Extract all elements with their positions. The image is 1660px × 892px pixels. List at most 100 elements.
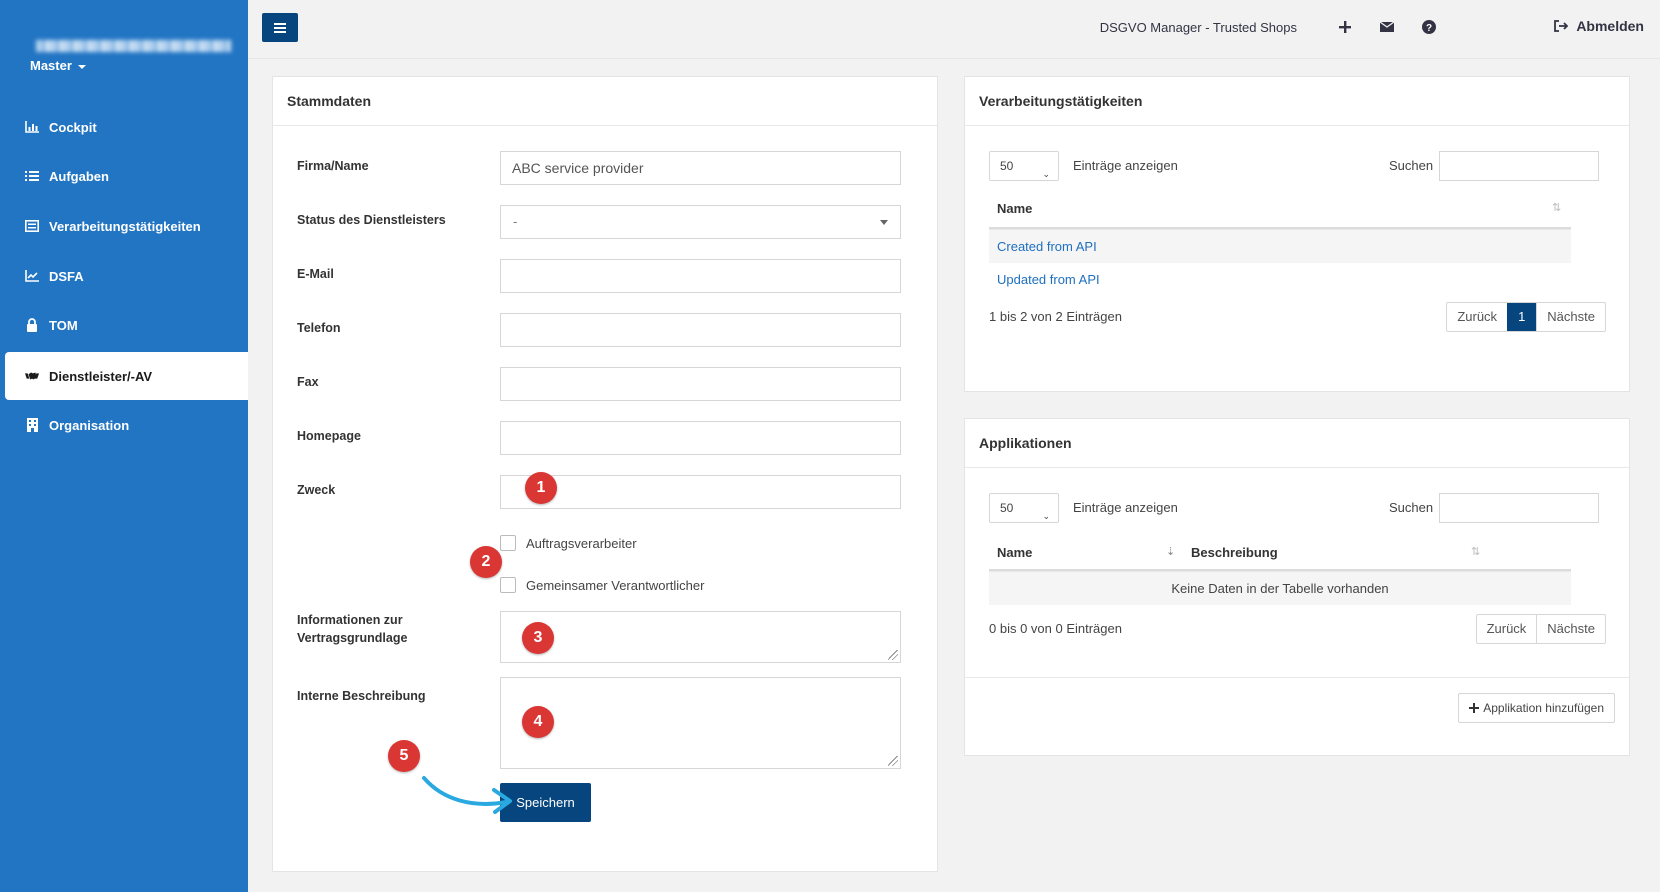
sidebar-item-tom[interactable]: TOM: [5, 301, 248, 349]
search-input[interactable]: [1439, 493, 1599, 523]
length-label: Einträge anzeigen: [1073, 158, 1178, 173]
sort-ascending-icon[interactable]: ⇣: [1166, 545, 1175, 558]
table-icon: [25, 219, 39, 233]
caret-down-icon: [77, 64, 86, 69]
length-value: 50: [1000, 159, 1014, 173]
interne-beschreibung-label: Interne Beschreibung: [297, 689, 426, 703]
logout-button[interactable]: Abmelden: [1554, 18, 1644, 34]
sidebar-item-label: Verarbeitungstätigkeiten: [49, 218, 201, 234]
master-label: Master: [30, 58, 72, 73]
resize-handle-icon[interactable]: [888, 756, 898, 766]
bar-chart-icon: [25, 120, 39, 134]
firma-label: Firma/Name: [297, 159, 369, 173]
search-input[interactable]: [1439, 151, 1599, 181]
length-value: 50: [1000, 501, 1014, 515]
column-header-name[interactable]: Name: [997, 201, 1032, 216]
length-label: Einträge anzeigen: [1073, 500, 1178, 515]
telefon-field[interactable]: [500, 313, 901, 347]
sidebar-item-label: Dienstleister/-AV: [49, 368, 153, 384]
table-row: Created from API: [989, 229, 1571, 263]
column-header-name[interactable]: Name: [997, 545, 1032, 560]
status-value: -: [513, 214, 518, 229]
user-email-blurred: [36, 40, 231, 52]
sidebar-item-organisation[interactable]: Organisation: [5, 401, 248, 449]
annotation-badge-4: 4: [522, 706, 554, 738]
next-page-button[interactable]: Nächste: [1536, 303, 1605, 331]
verarbeitung-panel: Verarbeitungstätigkeiten 50 ⌄ Einträge a…: [964, 76, 1630, 392]
email-label: E-Mail: [297, 267, 334, 281]
add-application-button[interactable]: Applikation hinzufügen: [1458, 693, 1615, 723]
vertragsgrundlage-label: Informationen zur Vertragsgrundlage: [297, 613, 408, 645]
footer-divider: [965, 677, 1629, 678]
sidebar-item-verarbeitungstaetigkeiten[interactable]: Verarbeitungstätigkeiten: [5, 202, 248, 250]
gemeinsamer-verantwortlicher-checkbox[interactable]: Gemeinsamer Verantwortlicher: [500, 577, 704, 593]
checkbox-box[interactable]: [500, 535, 516, 551]
prev-page-button[interactable]: Zurück: [1477, 615, 1537, 643]
status-select[interactable]: -: [500, 205, 901, 239]
verarbeitung-heading: Verarbeitungstätigkeiten: [965, 77, 1629, 126]
resize-handle-icon[interactable]: [888, 650, 898, 660]
hamburger-icon: [274, 22, 286, 33]
checkbox-label: Gemeinsamer Verantwortlicher: [526, 577, 705, 593]
empty-row: Keine Daten in der Tabelle vorhanden: [989, 571, 1571, 605]
column-header-beschreibung[interactable]: Beschreibung: [1191, 545, 1278, 560]
zweck-field[interactable]: [500, 475, 901, 509]
homepage-label: Homepage: [297, 429, 361, 443]
sidebar-item-dsfa[interactable]: DSFA: [5, 252, 248, 300]
chevron-down-icon: ⌄: [1042, 169, 1050, 179]
topbar: DSGVO Manager - Trusted Shops ? Abmelden: [248, 0, 1660, 59]
sort-icon[interactable]: ⇅: [1552, 201, 1561, 214]
curved-arrow-icon: [422, 776, 512, 814]
building-icon: [25, 418, 39, 432]
stammdaten-heading: Stammdaten: [273, 77, 937, 126]
applikationen-heading: Applikationen: [965, 419, 1629, 468]
sidebar-item-cockpit[interactable]: Cockpit: [5, 103, 248, 151]
table-row: Updated from API: [989, 263, 1571, 296]
lock-icon: [25, 318, 39, 332]
annotation-badge-2: 2: [470, 546, 502, 578]
plus-icon[interactable]: [1336, 18, 1354, 36]
prev-page-button[interactable]: Zurück: [1447, 303, 1507, 331]
fax-label: Fax: [297, 375, 319, 389]
list-icon: [25, 169, 39, 183]
master-dropdown[interactable]: Master: [30, 58, 86, 73]
search-label: Suchen: [1389, 500, 1434, 515]
sidebar-item-aufgaben[interactable]: Aufgaben: [5, 152, 248, 200]
homepage-field[interactable]: [500, 421, 901, 455]
email-field[interactable]: [500, 259, 901, 293]
app-title: DSGVO Manager - Trusted Shops: [1099, 20, 1297, 35]
fax-field[interactable]: [500, 367, 901, 401]
auftragsverarbeiter-checkbox[interactable]: Auftragsverarbeiter: [500, 535, 637, 551]
annotation-badge-3: 3: [522, 622, 554, 654]
sidebar-item-label: TOM: [49, 317, 78, 333]
sign-out-icon: [1554, 20, 1569, 32]
chevron-down-icon: ⌄: [1042, 511, 1050, 521]
annotation-badge-1: 1: [525, 472, 557, 504]
sidebar-item-label: Aufgaben: [49, 168, 109, 184]
next-page-button[interactable]: Nächste: [1536, 615, 1605, 643]
envelope-icon[interactable]: [1378, 18, 1396, 36]
firma-input[interactable]: [500, 151, 901, 185]
table-info: 0 bis 0 von 0 Einträgen: [989, 621, 1122, 636]
annotation-badge-5: 5: [388, 740, 420, 772]
plus-icon: [1469, 703, 1480, 713]
table-info: 1 bis 2 von 2 Einträgen: [989, 309, 1122, 324]
zweck-label: Zweck: [297, 483, 336, 497]
checkbox-box[interactable]: [500, 577, 516, 593]
page-1-button[interactable]: 1: [1507, 303, 1537, 331]
help-icon[interactable]: ?: [1420, 18, 1438, 36]
row-link[interactable]: Created from API: [997, 239, 1097, 254]
sidebar-item-label: DSFA: [49, 268, 84, 284]
add-application-label: Applikation hinzufügen: [1483, 701, 1604, 715]
sidebar-item-label: Cockpit: [49, 119, 97, 135]
sidebar-item-dienstleister[interactable]: Dienstleister/-AV: [5, 352, 248, 400]
dropdown-arrow-icon: [880, 220, 888, 225]
row-link[interactable]: Updated from API: [997, 272, 1100, 287]
entries-length-select[interactable]: 50 ⌄: [989, 493, 1059, 523]
sort-icon[interactable]: ⇅: [1471, 545, 1480, 558]
vertragsgrundlage-textarea[interactable]: [500, 611, 901, 663]
interne-beschreibung-textarea[interactable]: [500, 677, 901, 769]
entries-length-select[interactable]: 50 ⌄: [989, 151, 1059, 181]
logout-label: Abmelden: [1576, 18, 1644, 34]
menu-toggle-button[interactable]: [262, 13, 298, 42]
